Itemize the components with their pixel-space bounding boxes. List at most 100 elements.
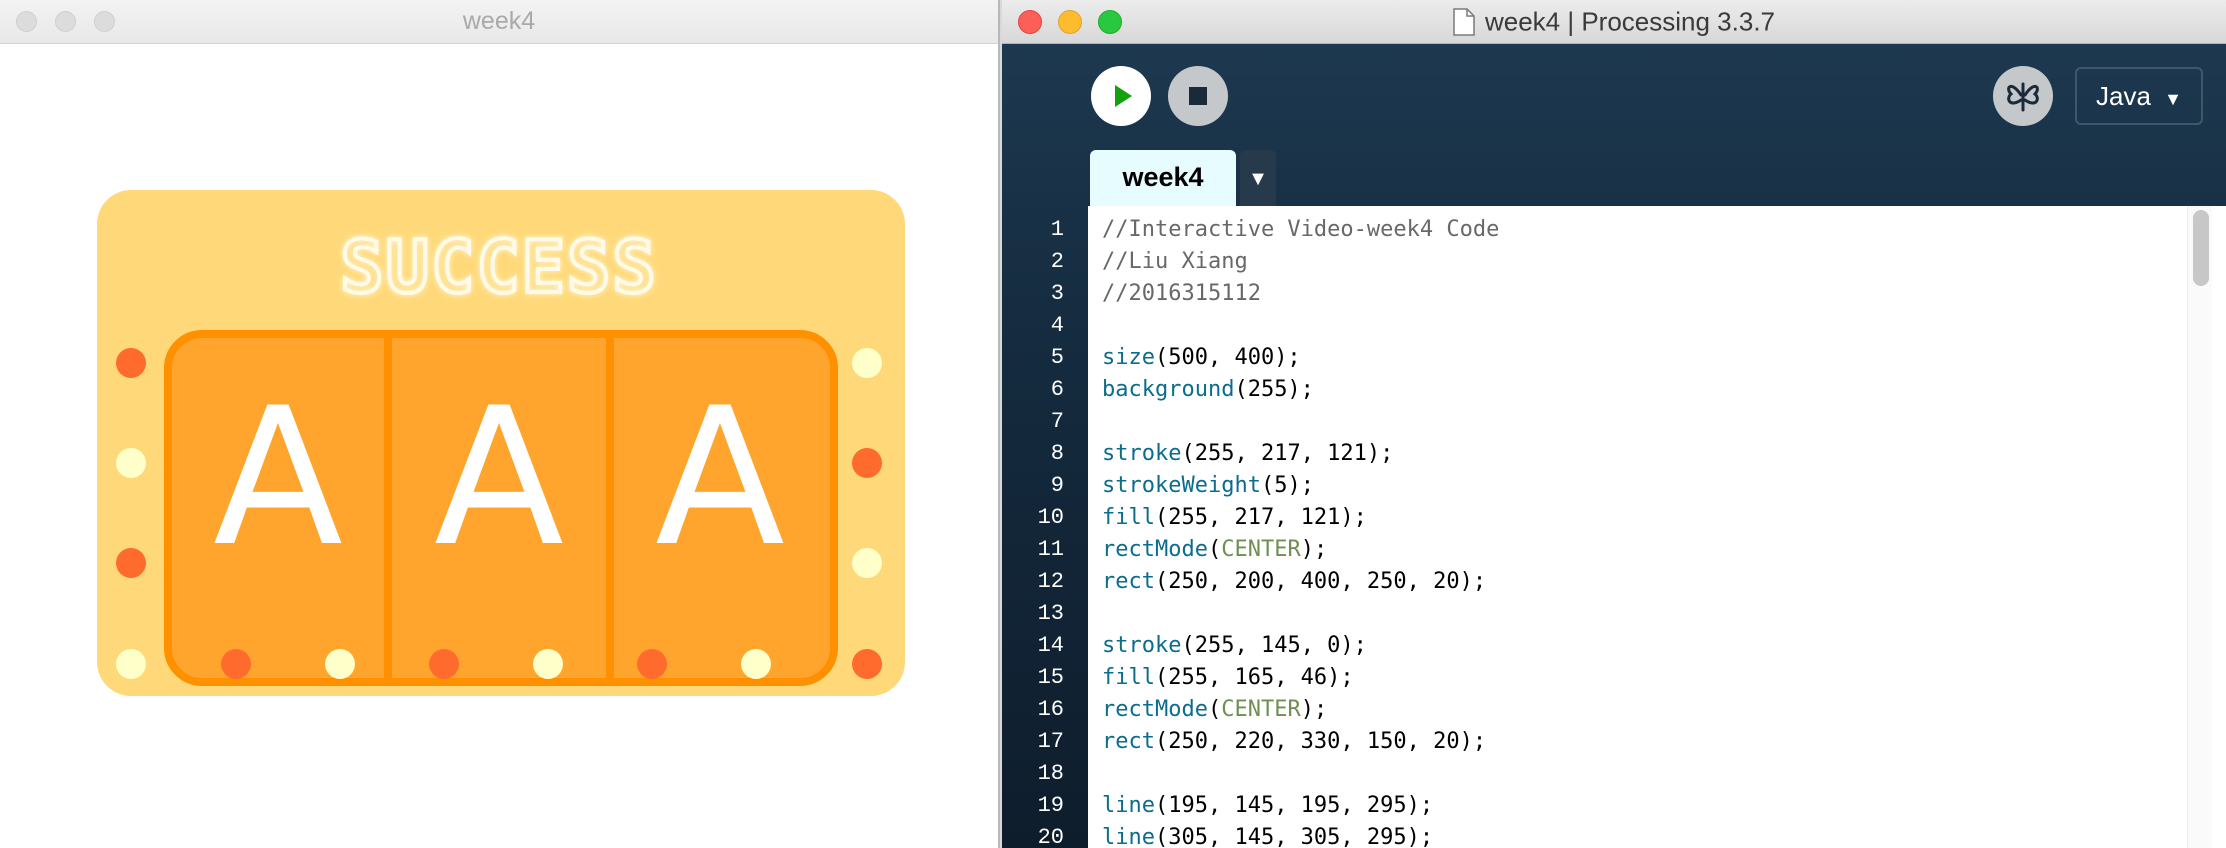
- light-orange: [429, 649, 459, 679]
- code-text-area[interactable]: //Interactive Video-week4 Code //Liu Xian…: [1088, 206, 2226, 848]
- code-comment: //Interactive Video-week4 Code: [1102, 217, 1500, 242]
- line-number: 3: [1050, 281, 1064, 306]
- ide-titlebar: week4 | Processing 3.3.7: [1002, 0, 2226, 44]
- line-number: 8: [1050, 441, 1064, 466]
- code-comment: //2016315112: [1102, 281, 1261, 306]
- code-line: line(195, 145, 195, 295);: [1102, 790, 1433, 822]
- debugger-button[interactable]: [1993, 66, 2053, 126]
- document-icon: [1453, 8, 1475, 36]
- code-line: strokeWeight(5);: [1102, 470, 1314, 502]
- light-orange: [221, 649, 251, 679]
- line-number: 13: [1037, 601, 1064, 626]
- code-function: line: [1102, 793, 1155, 818]
- code-line: line(305, 145, 305, 295);: [1102, 822, 1433, 848]
- light-cream: [852, 548, 882, 578]
- light-cream: [116, 448, 146, 478]
- code-text: (5);: [1260, 473, 1314, 498]
- code-constant: CENTER: [1221, 697, 1301, 722]
- light-orange: [116, 548, 146, 578]
- line-number: 12: [1037, 569, 1064, 594]
- code-line: //Liu Xiang: [1102, 246, 1248, 278]
- code-text: );: [1300, 697, 1328, 722]
- code-line: //Interactive Video-week4 Code: [1102, 214, 1499, 246]
- processing-ide-window: week4 | Processing 3.3.7 Java ▼ week4 ▼ …: [1002, 0, 2226, 848]
- sketch-titlebar: week4: [0, 0, 998, 44]
- code-function: fill: [1102, 665, 1155, 690]
- code-line: rect(250, 220, 330, 150, 20);: [1102, 726, 1486, 758]
- code-line: background(255);: [1102, 374, 1314, 406]
- code-text: (195, 145, 195, 295);: [1154, 793, 1434, 818]
- sketch-window: week4 SUCCESS A A A: [0, 0, 1000, 848]
- line-number: 10: [1037, 505, 1064, 530]
- mode-selector[interactable]: Java ▼: [2075, 67, 2203, 125]
- line-number: 19: [1037, 793, 1064, 818]
- code-line: fill(255, 217, 121);: [1102, 502, 1367, 534]
- run-button[interactable]: [1091, 66, 1151, 126]
- line-number: 15: [1037, 665, 1064, 690]
- code-text: (250, 200, 400, 250, 20);: [1154, 569, 1487, 594]
- line-number: 1: [1050, 217, 1064, 242]
- sketch-window-title: week4: [462, 7, 536, 35]
- ide-window-title: week4 | Processing 3.3.7: [1484, 6, 1776, 37]
- code-text: (250, 220, 330, 150, 20);: [1154, 729, 1487, 754]
- line-number: 14: [1037, 633, 1064, 658]
- light-cream: [741, 649, 771, 679]
- code-function: size: [1102, 345, 1155, 370]
- tab-menu-button[interactable]: ▼: [1240, 150, 1276, 206]
- code-function: rectMode: [1102, 697, 1208, 722]
- code-function: background: [1102, 377, 1235, 402]
- code-comment: //Liu Xiang: [1102, 249, 1248, 274]
- line-number: 11: [1037, 537, 1064, 562]
- code-line: size(500, 400);: [1102, 342, 1301, 374]
- light-cream: [852, 348, 882, 378]
- code-text: (255, 217, 121);: [1181, 441, 1394, 466]
- line-number: 5: [1050, 345, 1064, 370]
- code-line: fill(255, 165, 46);: [1102, 662, 1354, 694]
- code-text: (255, 165, 46);: [1154, 665, 1354, 690]
- code-function: stroke: [1102, 633, 1182, 658]
- code-line: rect(250, 200, 400, 250, 20);: [1102, 566, 1486, 598]
- light-cream: [533, 649, 563, 679]
- line-number: 16: [1037, 697, 1064, 722]
- scrollbar-track[interactable]: [2187, 206, 2212, 848]
- code-function: rect: [1102, 569, 1155, 594]
- code-function: rect: [1102, 729, 1155, 754]
- code-text: (: [1207, 697, 1222, 722]
- tab-week4[interactable]: week4: [1090, 150, 1236, 206]
- code-text: (: [1207, 537, 1222, 562]
- code-text: (305, 145, 305, 295);: [1154, 825, 1434, 848]
- line-number: 4: [1050, 313, 1064, 338]
- scrollbar-thumb[interactable]: [2193, 210, 2209, 286]
- reel-letter-2: A: [434, 367, 564, 588]
- success-text: SUCCESS: [340, 225, 657, 309]
- code-line: //2016315112: [1102, 278, 1261, 310]
- reel-letter-1: A: [213, 367, 343, 588]
- code-editor[interactable]: 1 2 3 4 5 6 7 8 9 10 11 12 13 14 15 16 17 18 19 20 //Intera…: [1002, 206, 2226, 848]
- line-number: 17: [1037, 729, 1064, 754]
- stop-icon: [1189, 87, 1207, 105]
- code-text: (255, 217, 121);: [1154, 505, 1367, 530]
- line-number-gutter: 1 2 3 4 5 6 7 8 9 10 11 12 13 14 15 16 17 18 19 20: [1002, 206, 1086, 848]
- line-number: 7: [1050, 409, 1064, 434]
- stop-button[interactable]: [1168, 66, 1228, 126]
- code-line: rectMode(CENTER);: [1102, 694, 1327, 726]
- line-number: 2: [1050, 249, 1064, 274]
- chevron-down-icon: ▼: [2164, 89, 2182, 109]
- chevron-down-icon: ▼: [1248, 168, 1268, 190]
- code-constant: CENTER: [1221, 537, 1301, 562]
- sketch-canvas: SUCCESS A A A: [97, 190, 905, 696]
- code-text: );: [1300, 537, 1328, 562]
- line-number: 20: [1037, 825, 1064, 848]
- code-text: (500, 400);: [1154, 345, 1301, 370]
- play-icon: [1115, 85, 1132, 107]
- line-number: 9: [1050, 473, 1064, 498]
- line-number: 18: [1037, 761, 1064, 786]
- code-function: strokeWeight: [1102, 473, 1261, 498]
- mode-label: Java: [2096, 81, 2151, 111]
- butterfly-icon: [2007, 82, 2039, 112]
- line-number: 6: [1050, 377, 1064, 402]
- code-function: line: [1102, 825, 1155, 848]
- code-text: (255, 145, 0);: [1181, 633, 1367, 658]
- code-line: stroke(255, 217, 121);: [1102, 438, 1393, 470]
- ide-title-bar-text: week4 | Processing 3.3.7: [1002, 0, 2226, 43]
